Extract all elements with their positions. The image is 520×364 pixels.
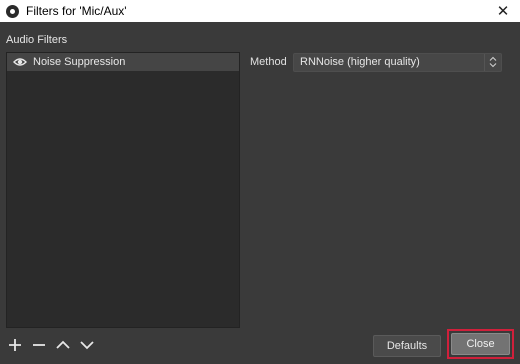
method-select-value: RNNoise (higher quality) — [300, 56, 420, 68]
remove-filter-button[interactable] — [30, 336, 48, 354]
defaults-button[interactable]: Defaults — [373, 335, 441, 357]
close-button[interactable]: Close — [451, 333, 510, 355]
updown-arrows-icon — [484, 53, 501, 71]
method-select[interactable]: RNNoise (higher quality) — [293, 52, 502, 72]
filter-item-label: Noise Suppression — [33, 56, 126, 68]
plus-icon — [9, 339, 21, 351]
audio-filters-label: Audio Filters — [6, 34, 68, 46]
minus-icon — [33, 344, 45, 346]
filter-list-toolbar — [6, 334, 96, 356]
chevron-down-icon — [80, 341, 94, 350]
method-label: Method — [250, 56, 287, 68]
filter-item-noise-suppression[interactable]: Noise Suppression — [7, 53, 239, 71]
filter-properties: Method RNNoise (higher quality) — [250, 52, 514, 72]
add-filter-button[interactable] — [6, 336, 24, 354]
window-close-button[interactable]: ✕ — [486, 0, 520, 22]
filter-list[interactable]: Noise Suppression — [6, 52, 240, 328]
window-title: Filters for 'Mic/Aux' — [26, 4, 127, 18]
title-bar: Filters for 'Mic/Aux' ✕ — [0, 0, 520, 22]
dialog-content: Audio Filters Noise Suppression Method R… — [0, 22, 520, 364]
chevron-up-icon — [56, 340, 70, 349]
move-down-button[interactable] — [78, 336, 96, 354]
move-up-button[interactable] — [54, 336, 72, 354]
method-row: Method RNNoise (higher quality) — [250, 52, 514, 72]
eye-icon[interactable] — [13, 57, 27, 67]
obs-logo-icon — [6, 4, 19, 18]
